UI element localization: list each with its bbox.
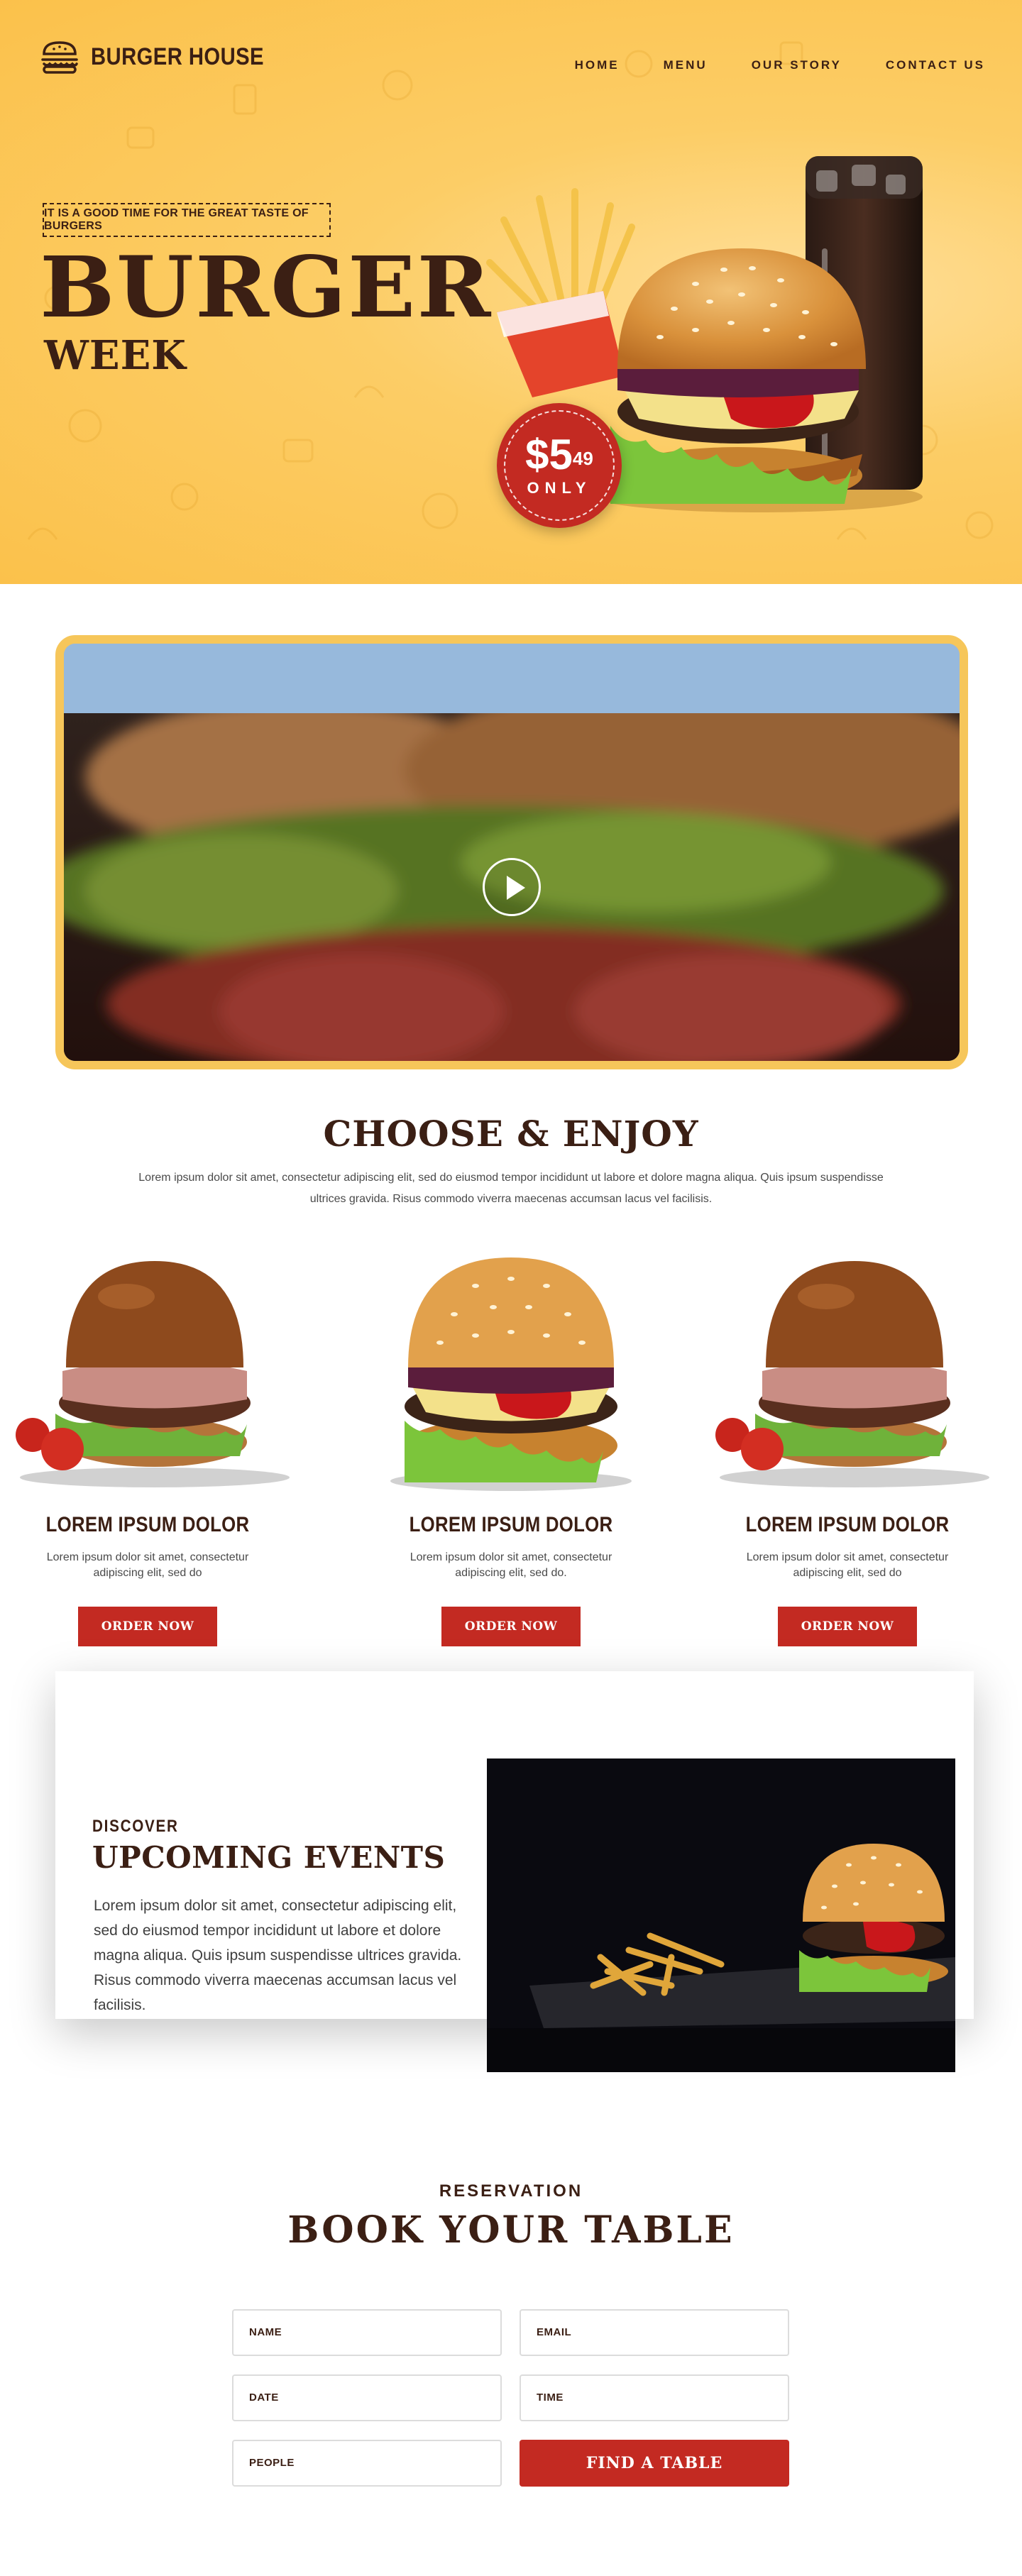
product-burger-image: [16, 1261, 290, 1487]
brand-name: BURGER HOUSE: [91, 43, 264, 70]
hero-tagline: IT IS A GOOD TIME FOR THE GREAT TASTE OF…: [43, 203, 331, 237]
product-card: LOREM IPSUM DOLOR Lorem ipsum dolor sit …: [369, 1243, 653, 1655]
product-description: Lorem ipsum dolor sit amet, consectetur …: [46, 1551, 249, 1579]
video-thumbnail: [64, 713, 960, 1061]
date-field[interactable]: [232, 2374, 502, 2421]
order-now-button[interactable]: ORDER NOW: [441, 1607, 581, 1646]
choose-section-title: CHOOSE & ENJOY: [323, 1113, 699, 1155]
burger-and-fries-image: [487, 1758, 955, 2072]
product-name: LOREM IPSUM DOLOR: [409, 1513, 613, 1536]
nav-home[interactable]: HOME: [575, 58, 620, 72]
product-card: LOREM IPSUM DOLOR Lorem ipsum dolor sit …: [6, 1243, 290, 1655]
main-nav: HOME MENU OUR STORY CONTACT US: [575, 58, 985, 72]
product-name: LOREM IPSUM DOLOR: [45, 1513, 250, 1536]
product-burger-image: [715, 1261, 989, 1487]
product-description: Lorem ipsum dolor sit amet, consectetur …: [746, 1551, 949, 1579]
reservation-kicker: RESERVATION: [439, 2181, 583, 2201]
email-field[interactable]: [520, 2309, 789, 2356]
nav-our-story[interactable]: OUR STORY: [752, 58, 842, 72]
events-image: [487, 1758, 955, 2072]
find-a-table-button[interactable]: FIND A TABLE: [520, 2440, 789, 2487]
nav-contact-us[interactable]: CONTACT US: [886, 58, 985, 72]
brand-logo[interactable]: BURGER HOUSE: [40, 37, 292, 77]
events-description: Lorem ipsum dolor sit amet, consectetur …: [94, 1898, 462, 2013]
events-kicker: DISCOVER: [92, 1817, 179, 1836]
product-description: Lorem ipsum dolor sit amet, consectetur …: [410, 1551, 612, 1579]
nav-menu[interactable]: MENU: [664, 58, 708, 72]
order-now-button[interactable]: ORDER NOW: [778, 1607, 917, 1646]
video-player[interactable]: [55, 635, 968, 1069]
hero-subtitle: WEEK: [44, 332, 187, 379]
time-field[interactable]: [520, 2374, 789, 2421]
product-name: LOREM IPSUM DOLOR: [745, 1513, 950, 1536]
video-sky-area: [64, 644, 960, 713]
hero-title: BURGER: [40, 238, 493, 336]
hero-section: BURGER HOUSE HOME MENU OUR STORY CONTACT…: [0, 0, 1022, 584]
events-title: UPCOMING EVENTS: [92, 1840, 446, 1875]
name-field[interactable]: [232, 2309, 502, 2356]
price-only-label: ONLY: [527, 479, 592, 497]
play-icon[interactable]: [483, 858, 541, 916]
product-burger-image: [390, 1257, 632, 1491]
reservation-title: BOOK YOUR TABLE: [287, 2208, 735, 2252]
price-dollars: $5: [525, 431, 573, 478]
price-amount: $549: [525, 434, 593, 476]
order-now-button[interactable]: ORDER NOW: [78, 1607, 217, 1646]
choose-section-description: Lorem ipsum dolor sit amet, consectetur …: [138, 1172, 884, 1205]
price-badge: $549 ONLY: [497, 403, 622, 528]
product-card: LOREM IPSUM DOLOR Lorem ipsum dolor sit …: [705, 1243, 989, 1655]
burger-icon: [41, 41, 78, 74]
people-field[interactable]: [232, 2440, 502, 2487]
price-cents: 49: [572, 448, 593, 469]
